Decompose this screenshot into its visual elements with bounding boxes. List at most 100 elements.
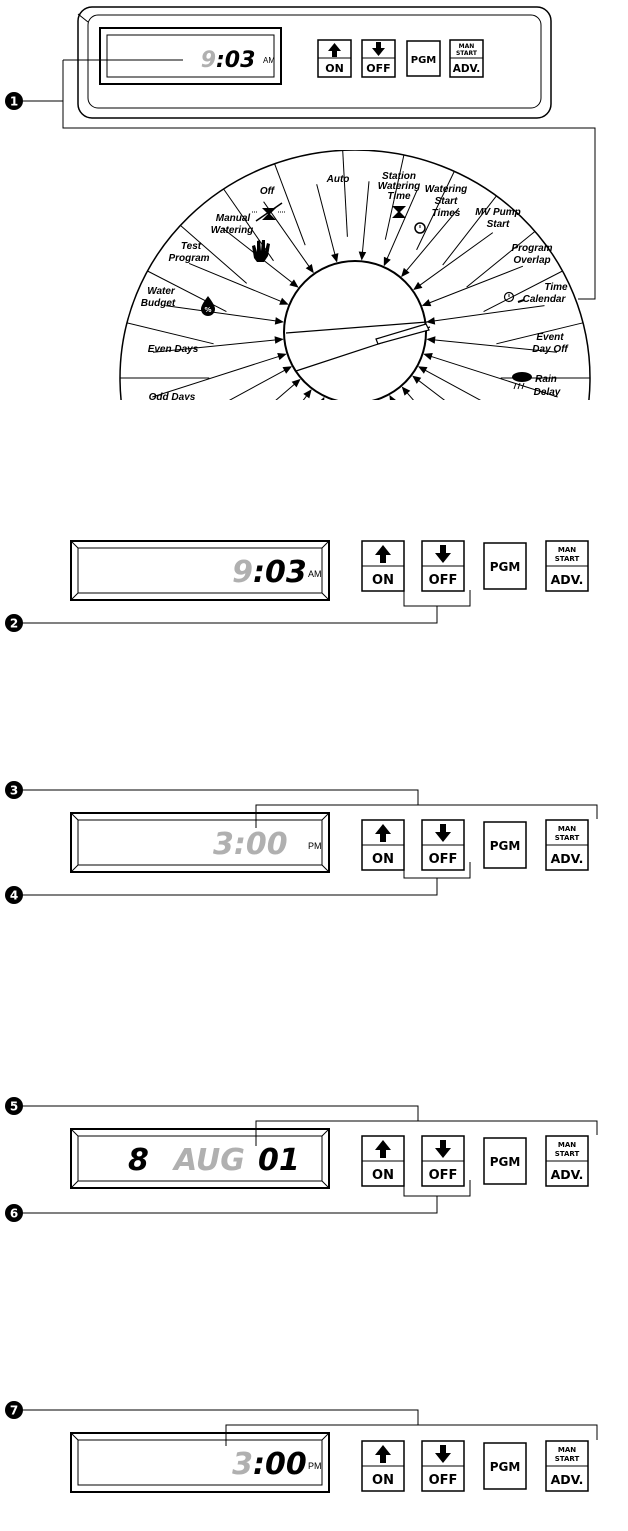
off-label: OFF bbox=[429, 573, 458, 588]
dial-arrowhead bbox=[282, 366, 293, 374]
dial-arrowhead bbox=[426, 336, 436, 344]
lcd-display-4: 8 AUG 01 bbox=[70, 1128, 330, 1189]
dial-arrowhead bbox=[277, 353, 287, 361]
svg-text:9: 9 bbox=[232, 555, 253, 590]
lcd-display-2: 9 :03 AM bbox=[70, 540, 330, 601]
off-button[interactable]: OFF bbox=[421, 1135, 465, 1187]
pgm-label: PGM bbox=[490, 1155, 521, 1169]
svg-text:3: 3 bbox=[10, 784, 18, 798]
pgm-label: PGM bbox=[490, 1460, 521, 1474]
dial-arrowhead bbox=[421, 299, 432, 307]
dial-arrowhead bbox=[274, 317, 284, 325]
svg-text:Day Off: Day Off bbox=[532, 344, 569, 355]
dial-arrowhead bbox=[423, 353, 433, 361]
off-label: OFF bbox=[429, 852, 458, 867]
dial-arrowhead bbox=[289, 279, 299, 288]
adv-label: ADV. bbox=[551, 851, 584, 866]
dial-arrowhead bbox=[331, 403, 337, 411]
water-drop-percent-icon: % bbox=[201, 296, 215, 316]
clock-icon bbox=[414, 222, 426, 234]
dial-arrow-shaft bbox=[188, 262, 288, 305]
off-button[interactable]: OFF bbox=[421, 540, 465, 592]
dial-arrow-shaft bbox=[361, 181, 370, 260]
svg-text:Watering: Watering bbox=[425, 184, 468, 195]
pgm-button[interactable]: PGM bbox=[483, 542, 527, 590]
off-button[interactable]: OFF bbox=[421, 819, 465, 871]
callout-1: 1 bbox=[5, 59, 596, 300]
man-start-adv-button[interactable]: MANSTART ADV. bbox=[545, 1440, 589, 1492]
svg-text:Program: Program bbox=[511, 243, 552, 254]
man-label: MAN bbox=[558, 1141, 576, 1149]
svg-text:ADV.: ADV. bbox=[453, 63, 481, 75]
dial-label-even: Even Days bbox=[148, 344, 199, 355]
svg-text:%: % bbox=[204, 306, 211, 314]
instruction-diagram: 9 :03 AM ON OFF PGM MAN START ADV. 1 Aut… bbox=[5, 6, 598, 1493]
hourglass-icon bbox=[392, 206, 406, 218]
on-button[interactable]: ON bbox=[361, 540, 405, 592]
off-button[interactable]: OFF bbox=[421, 1440, 465, 1492]
calendar-clock-icon bbox=[503, 291, 525, 303]
pgm-button-top[interactable]: PGM bbox=[406, 40, 441, 77]
dial-arrow-shaft bbox=[334, 405, 349, 574]
button-row-5: ON OFF PGM MANSTART ADV. bbox=[361, 1440, 589, 1492]
dial-arrow-shaft bbox=[152, 353, 286, 398]
dial-arrow-shaft bbox=[165, 305, 283, 323]
start-label: START bbox=[555, 1150, 580, 1158]
man-start-adv-button[interactable]: MANSTART ADV. bbox=[545, 1135, 589, 1187]
svg-text:Budget: Budget bbox=[141, 298, 176, 309]
man-start-adv-button-top[interactable]: MAN START ADV. bbox=[449, 39, 484, 78]
off-button-top[interactable]: OFF bbox=[361, 39, 396, 78]
dial-arrowhead bbox=[412, 375, 422, 384]
lcd-display-3: 3:00 PM bbox=[70, 812, 330, 873]
man-label: MAN bbox=[558, 825, 576, 833]
pgm-button[interactable]: PGM bbox=[483, 1442, 527, 1490]
dial-arrow-shaft bbox=[413, 232, 494, 290]
dial-arrowhead bbox=[274, 336, 284, 344]
dial-label-odd: Odd Days bbox=[149, 392, 196, 403]
svg-text:Manual: Manual bbox=[216, 213, 251, 224]
dial-arrowhead bbox=[359, 405, 365, 412]
dial-arrowhead bbox=[383, 256, 391, 267]
dial-arrow-shaft bbox=[322, 397, 325, 400]
dial-arrowhead bbox=[345, 405, 351, 412]
svg-text:2: 2 bbox=[10, 617, 18, 631]
svg-text:01: 01 bbox=[258, 1143, 300, 1178]
rain-cloud-icon bbox=[512, 372, 532, 390]
dial-arrow-shaft bbox=[412, 375, 446, 400]
dial-arrowhead bbox=[303, 389, 312, 399]
step-number: 1 bbox=[10, 95, 18, 109]
svg-text:Time: Time bbox=[387, 191, 411, 202]
on-label: ON bbox=[372, 573, 394, 588]
on-button[interactable]: ON bbox=[361, 1440, 405, 1492]
man-start-adv-button[interactable]: MANSTART ADV. bbox=[545, 540, 589, 592]
svg-text:Program: Program bbox=[168, 253, 209, 264]
svg-text:PGM: PGM bbox=[411, 55, 437, 66]
svg-text:Water: Water bbox=[147, 286, 176, 297]
svg-text::03: :03 bbox=[253, 555, 307, 590]
dial-label-cyclical: Cyclical bbox=[199, 420, 237, 431]
svg-text:PM: PM bbox=[308, 841, 322, 851]
svg-text:Overlap: Overlap bbox=[513, 255, 550, 266]
dial-arrow-shaft bbox=[275, 379, 301, 400]
on-button-top[interactable]: ON bbox=[317, 39, 352, 78]
on-button[interactable]: ON bbox=[361, 819, 405, 871]
dial-arrowhead bbox=[305, 263, 314, 274]
on-button[interactable]: ON bbox=[361, 1135, 405, 1187]
man-start-adv-button[interactable]: MANSTART ADV. bbox=[545, 819, 589, 871]
on-label: ON bbox=[372, 1168, 394, 1183]
lcd-ampm: AM bbox=[263, 56, 275, 65]
man-label: MAN bbox=[558, 1446, 576, 1454]
pgm-button[interactable]: PGM bbox=[483, 821, 527, 869]
svg-text:AUG: AUG bbox=[172, 1143, 245, 1178]
sprinkler-off-icon bbox=[252, 202, 286, 222]
dial-arrowhead bbox=[331, 253, 339, 263]
pgm-button[interactable]: PGM bbox=[483, 1137, 527, 1185]
pgm-label: PGM bbox=[490, 560, 521, 574]
callout-7: 7 bbox=[5, 1401, 598, 1446]
lcd-hour: 9 bbox=[201, 48, 216, 73]
off-label: OFF bbox=[429, 1168, 458, 1183]
svg-text:PM: PM bbox=[308, 1461, 322, 1471]
dial-arrowhead bbox=[279, 297, 289, 305]
dial-arrow-shaft bbox=[427, 305, 545, 323]
button-row-3: ON OFF PGM MANSTART ADV. bbox=[361, 819, 589, 871]
